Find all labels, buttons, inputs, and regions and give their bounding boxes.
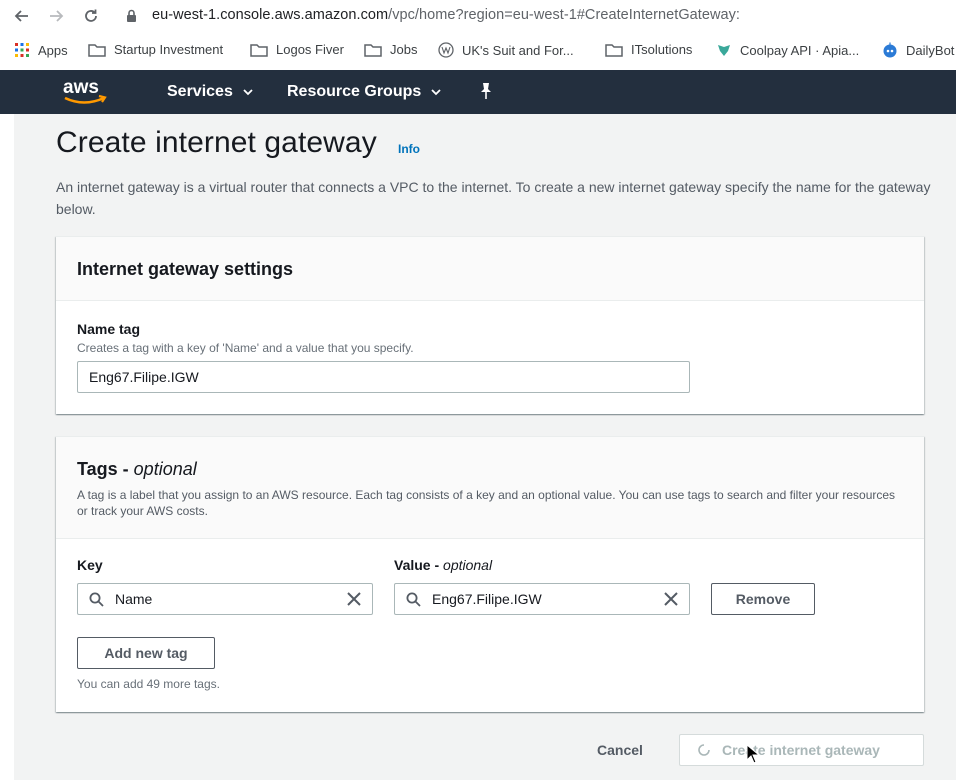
services-menu[interactable]: Services: [167, 83, 253, 101]
aws-top-navigation: aws Services Resource Groups: [0, 70, 956, 114]
value-label-main: Value -: [394, 557, 444, 573]
bookmark-logos-fiver[interactable]: Logos Fiver: [250, 42, 344, 57]
tags-description: A tag is a label that you assign to an A…: [77, 488, 896, 518]
panel-title: Internet gateway settings: [77, 259, 294, 279]
value-label: Value - optional: [394, 557, 492, 573]
bookmark-label: ITsolutions: [631, 42, 693, 57]
url-host: eu-west-1.console.aws.amazon.com: [152, 7, 389, 23]
tags-title-optional: optional: [133, 459, 197, 479]
site-favicon-icon: [438, 42, 454, 58]
bookmark-coolpay[interactable]: Coolpay API · Apia...: [716, 42, 859, 58]
page-title: Create internet gateway: [56, 126, 377, 159]
apps-grid-icon: [14, 42, 30, 58]
chevron-down-icon: [431, 88, 441, 96]
tag-value-input[interactable]: Eng67.Filipe.IGW: [394, 583, 690, 615]
bookmark-uks-suit[interactable]: UK's Suit and For...: [438, 42, 574, 58]
resource-groups-label: Resource Groups: [287, 83, 422, 100]
folder-icon: [364, 43, 382, 57]
add-new-tag-button[interactable]: Add new tag: [77, 637, 215, 669]
cancel-button[interactable]: Cancel: [597, 742, 643, 758]
pushpin-icon[interactable]: [478, 82, 494, 105]
browser-toolbar: eu-west-1.console.aws.amazon.com/vpc/hom…: [0, 0, 956, 34]
bookmark-label: Apps: [38, 42, 68, 58]
aws-logo[interactable]: aws: [62, 76, 110, 113]
name-tag-label: Name tag: [77, 321, 141, 337]
tag-key-input[interactable]: Name: [77, 583, 373, 615]
name-tag-input[interactable]: Eng67.Filipe.IGW: [77, 361, 690, 393]
bookmark-label: Jobs: [390, 42, 418, 57]
panel-title: Tags - optional: [77, 459, 197, 480]
search-icon: [89, 592, 104, 607]
dailybot-favicon-icon: [882, 42, 898, 58]
back-arrow-icon[interactable]: [11, 5, 33, 27]
bookmarks-bar: Apps Startup Investment Logos Fiver Jobs…: [0, 34, 956, 68]
remaining-tags-hint: You can add 49 more tags.: [77, 677, 220, 691]
services-label: Services: [167, 83, 233, 100]
forward-arrow-icon[interactable]: [45, 5, 67, 27]
loading-spinner-icon: [698, 744, 710, 756]
address-bar[interactable]: eu-west-1.console.aws.amazon.com/vpc/hom…: [152, 7, 740, 23]
coolpay-favicon-icon: [716, 42, 732, 58]
info-link[interactable]: Info: [398, 142, 420, 156]
svg-text:aws: aws: [63, 77, 99, 98]
tags-panel: Tags - optional A tag is a label that yo…: [56, 436, 924, 712]
main-content: Create internet gateway Info An internet…: [14, 114, 956, 780]
bookmark-label: Startup Investment: [114, 42, 224, 57]
clear-icon[interactable]: [663, 591, 679, 607]
bookmark-label: Logos Fiver: [276, 42, 344, 57]
resource-groups-menu[interactable]: Resource Groups: [287, 83, 441, 101]
folder-icon: [250, 43, 268, 57]
key-label: Key: [77, 557, 103, 573]
tags-title-main: Tags -: [77, 459, 134, 479]
panel-header: Internet gateway settings: [56, 237, 924, 301]
url-path: /vpc/home?region=eu-west-1#CreateInterne…: [388, 7, 740, 23]
create-internet-gateway-button[interactable]: Create internet gateway: [679, 734, 924, 766]
name-tag-hint: Creates a tag with a key of 'Name' and a…: [77, 341, 414, 355]
mouse-cursor-icon: [746, 743, 761, 769]
tag-key-value: Name: [115, 591, 153, 607]
bookmark-label: Coolpay API · Apia...: [740, 42, 860, 58]
value-label-optional: optional: [443, 557, 493, 573]
bookmark-apps[interactable]: Apps: [14, 42, 68, 58]
bookmark-startup-investment[interactable]: Startup Investment: [88, 42, 223, 57]
lock-icon: [126, 9, 137, 28]
clear-icon[interactable]: [346, 591, 362, 607]
bookmark-label: UK's Suit and For...: [462, 42, 574, 58]
folder-icon: [605, 43, 623, 57]
internet-gateway-settings-panel: Internet gateway settings Name tag Creat…: [56, 236, 924, 414]
chevron-down-icon: [243, 88, 253, 96]
bookmark-label: DailyBot: [906, 42, 955, 58]
bookmark-jobs[interactable]: Jobs: [364, 42, 417, 57]
page-description: An internet gateway is a virtual router …: [56, 179, 931, 217]
tag-value-value: Eng67.Filipe.IGW: [432, 591, 542, 607]
bookmark-itsolutions[interactable]: ITsolutions: [605, 42, 692, 57]
folder-icon: [88, 43, 106, 57]
search-icon: [406, 592, 421, 607]
panel-header: Tags - optional A tag is a label that yo…: [56, 437, 924, 539]
bookmark-dailybot[interactable]: DailyBot: [882, 42, 954, 58]
remove-tag-button[interactable]: Remove: [711, 583, 815, 615]
reload-icon[interactable]: [80, 5, 102, 27]
